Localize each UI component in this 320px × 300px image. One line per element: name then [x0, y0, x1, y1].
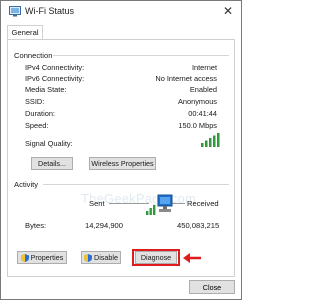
received-label: Received [187, 199, 219, 208]
ipv6-value: No Internet access [155, 74, 217, 83]
network-activity-icon [146, 194, 173, 215]
bytes-received-value: 450,083,215 [177, 221, 220, 230]
sent-line [109, 203, 149, 204]
details-button[interactable]: Details... [31, 157, 73, 170]
disable-label: Disable [94, 253, 118, 262]
properties-button[interactable]: Properties [17, 251, 67, 264]
ipv4-value: Internet [191, 63, 217, 72]
sent-label: Sent [89, 199, 105, 208]
title-bar: Wi-Fi Status ✕ [1, 1, 241, 23]
activity-divider [43, 184, 229, 185]
disable-button[interactable]: Disable [81, 251, 121, 264]
connection-group-title: Connection [14, 51, 53, 60]
close-icon[interactable]: ✕ [223, 4, 233, 18]
activity-group-title: Activity [14, 180, 39, 189]
speed-label: Speed: [25, 121, 49, 130]
bytes-sent-value: 14,294,900 [85, 221, 124, 230]
wifi-status-window: Wi-Fi Status ✕ General Connection IPv4 C… [0, 0, 242, 300]
speed-value: 150.0 Mbps [178, 121, 217, 130]
red-arrow-icon [183, 253, 201, 263]
signal-bars-icon [201, 133, 220, 147]
window-title: Wi-Fi Status [25, 6, 75, 16]
wifi-status-icon [9, 6, 21, 17]
wireless-properties-button[interactable]: Wireless Properties [89, 157, 156, 170]
diagnose-highlight-box [132, 249, 180, 266]
close-button[interactable]: Close [189, 280, 235, 294]
duration-value: 00:41:44 [188, 109, 217, 118]
media-state-value: Enabled [189, 85, 217, 94]
duration-label: Duration: [25, 109, 55, 118]
shield-icon [20, 254, 29, 263]
ipv6-label: IPv6 Connectivity: [25, 74, 85, 83]
signal-quality-label: Signal Quality: [25, 139, 73, 148]
bytes-label: Bytes: [25, 221, 47, 230]
media-state-label: Media State: [25, 85, 67, 94]
shield-icon [84, 254, 92, 263]
ssid-label: SSID: [25, 97, 45, 106]
ipv4-label: IPv4 Connectivity: [25, 63, 85, 72]
tab-general[interactable]: General [7, 25, 43, 40]
properties-label: Properties [30, 253, 64, 262]
connection-divider [53, 55, 229, 56]
ssid-value: Anonymous [177, 97, 217, 106]
